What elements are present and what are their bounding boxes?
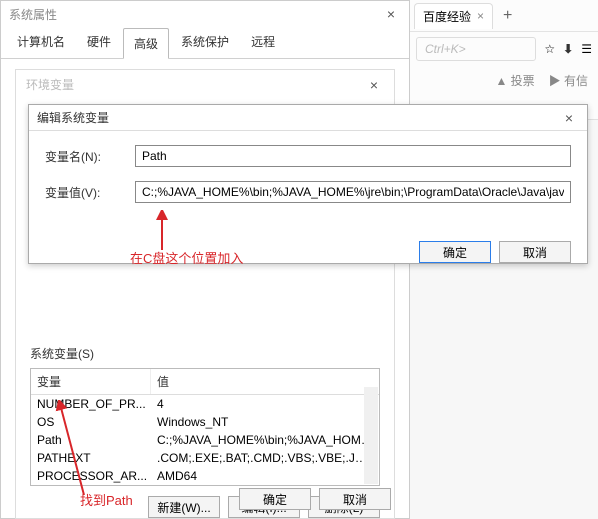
browser-address-row: Ctrl+K> ☆ ⬇ ☰ — [410, 32, 598, 66]
new-button[interactable]: 新建(W)... — [148, 496, 220, 518]
star-icon[interactable]: ☆ — [544, 42, 555, 56]
annotation-bottom: 找到Path — [80, 490, 133, 509]
tab-system-protection[interactable]: 系统保护 — [171, 27, 239, 58]
address-bar[interactable]: Ctrl+K> — [416, 37, 536, 61]
browser-tab-row: 百度经验 × + — [410, 0, 598, 32]
close-icon[interactable]: × — [559, 110, 579, 126]
tip-button[interactable]: ▶ 有信 — [549, 72, 588, 89]
close-icon[interactable]: × — [477, 9, 484, 23]
env-vars-titlebar: 环境变量 × — [16, 70, 394, 99]
env-vars-title: 环境变量 — [26, 76, 74, 93]
tab-hardware[interactable]: 硬件 — [77, 27, 121, 58]
annotation-top: 在C盘这个位置加入 — [130, 248, 243, 267]
tab-computer-name[interactable]: 计算机名 — [7, 27, 75, 58]
window-title: 系统属性 — [9, 6, 57, 23]
menu-icon[interactable]: ☰ — [581, 42, 592, 56]
ok-button[interactable]: 确定 — [419, 241, 491, 263]
annotation-arrow-bottom — [54, 400, 94, 500]
browser-window: 百度经验 × + Ctrl+K> ☆ ⬇ ☰ ▲ 投票 ▶ 有信 — [410, 0, 598, 120]
scrollbar[interactable] — [364, 387, 378, 484]
col-header-value: 值 — [151, 369, 379, 394]
tab-advanced[interactable]: 高级 — [123, 28, 169, 59]
ok-button[interactable]: 确定 — [239, 488, 311, 510]
tab-remote[interactable]: 远程 — [241, 27, 285, 58]
system-variables-label: 系统变量(S) — [30, 345, 380, 362]
close-icon[interactable]: × — [364, 77, 384, 93]
col-header-name: 变量 — [31, 369, 151, 394]
dialog-titlebar: 编辑系统变量 × — [29, 105, 587, 131]
close-icon[interactable]: × — [381, 6, 401, 22]
dialog-title: 编辑系统变量 — [37, 109, 109, 126]
browser-tab[interactable]: 百度经验 × — [414, 3, 493, 29]
var-value-label: 变量值(V): — [45, 184, 135, 201]
page-tool-row: ▲ 投票 ▶ 有信 — [410, 66, 598, 95]
system-properties-titlebar: 系统属性 × — [1, 1, 409, 27]
var-name-input[interactable] — [135, 145, 571, 167]
download-icon[interactable]: ⬇ — [563, 42, 573, 56]
tab-strip: 计算机名 硬件 高级 系统保护 远程 — [1, 27, 409, 59]
new-tab-icon[interactable]: + — [497, 7, 518, 25]
vote-button[interactable]: ▲ 投票 — [495, 72, 534, 89]
cancel-button[interactable]: 取消 — [319, 488, 391, 510]
env-vars-bottom-buttons: 确定 取消 — [239, 488, 391, 510]
cancel-button[interactable]: 取消 — [499, 241, 571, 263]
browser-tab-label: 百度经验 — [423, 8, 471, 25]
annotation-arrow-top — [152, 210, 172, 250]
edit-system-variable-dialog: 编辑系统变量 × 变量名(N): 变量值(V): 确定 取消 — [28, 104, 588, 264]
var-value-input[interactable] — [135, 181, 571, 203]
var-name-label: 变量名(N): — [45, 148, 135, 165]
table-header: 变量 值 — [31, 369, 379, 395]
